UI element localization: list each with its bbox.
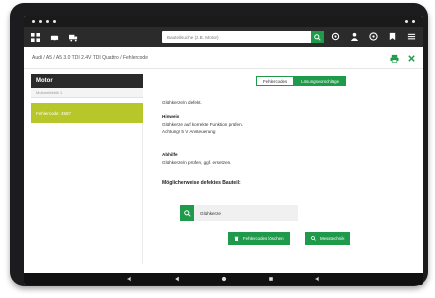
tablet-frame: Audi / A5 / A5 3.0 TDI 2.4V TDI Quattro … bbox=[10, 3, 428, 286]
tab-loesungsvorschlaege[interactable]: Lösungsvorschläge bbox=[294, 76, 347, 86]
close-icon[interactable] bbox=[406, 53, 417, 64]
tab-bar: Fehlercodes Lösungsvorschläge bbox=[256, 76, 347, 86]
trash-icon bbox=[234, 236, 239, 241]
search-box bbox=[162, 31, 324, 43]
search-icon bbox=[311, 236, 316, 241]
truck-icon[interactable] bbox=[68, 32, 79, 43]
breadcrumb[interactable]: Audi / A5 / A5 3.0 TDI 2.4V TDI Quattro … bbox=[32, 55, 148, 61]
print-icon[interactable] bbox=[389, 53, 400, 64]
part-search-row[interactable]: Glühkerze bbox=[180, 205, 298, 221]
home-icon[interactable] bbox=[218, 274, 229, 285]
wifi-icon bbox=[405, 20, 408, 23]
status-bar bbox=[24, 16, 423, 27]
search-icon bbox=[183, 209, 191, 217]
remedy-heading: Abhilfe bbox=[162, 152, 178, 157]
recents-icon[interactable] bbox=[265, 274, 276, 285]
search-input[interactable] bbox=[162, 31, 310, 43]
back-icon[interactable] bbox=[171, 274, 182, 285]
delete-fault-codes-button[interactable]: Fehlercodes löschen bbox=[228, 232, 290, 245]
remedy-text: Glühkerze/n prüfen, ggf. ersetzen. bbox=[162, 160, 232, 165]
search-button[interactable] bbox=[311, 31, 324, 43]
status-icon bbox=[53, 20, 56, 23]
menu-icon[interactable] bbox=[406, 31, 417, 42]
top-app-bar bbox=[24, 27, 423, 47]
screen: Audi / A5 / A5 3.0 TDI 2.4V TDI Quattro … bbox=[24, 16, 423, 285]
hint-warning: Achtung! 5 V Ansteuerung bbox=[162, 129, 216, 134]
status-icon bbox=[39, 20, 42, 23]
status-icon bbox=[32, 20, 35, 23]
hint-heading: Hinweis bbox=[162, 114, 180, 119]
measurement-button[interactable]: Messtechnik bbox=[305, 232, 351, 245]
hint-text: Glühkerze auf korrekte Funktion prüfen. bbox=[162, 122, 243, 127]
car-icon[interactable] bbox=[49, 32, 60, 43]
left-panel: Motor Motorelektrik 1 Fehlercode: 4587 bbox=[31, 74, 143, 264]
panel-body bbox=[31, 123, 143, 264]
tab-fehlercodes[interactable]: Fehlercodes bbox=[256, 76, 295, 86]
fault-code-item[interactable]: Fehlercode: 4587 bbox=[31, 103, 143, 123]
user-icon[interactable] bbox=[349, 31, 360, 42]
defective-part-heading: Möglicherweise defektes Bauteil: bbox=[162, 180, 241, 186]
battery-icon bbox=[412, 20, 415, 23]
panel-subheader: Motorelektrik 1 bbox=[31, 88, 143, 98]
status-icon bbox=[46, 20, 49, 23]
search-icon bbox=[314, 33, 321, 41]
settings-icon[interactable] bbox=[330, 31, 341, 42]
fault-description: Glühkerze/n defekt. bbox=[162, 100, 202, 105]
bookmark-icon[interactable] bbox=[387, 31, 398, 42]
navigation-bar bbox=[24, 273, 423, 285]
volume-up-icon[interactable] bbox=[312, 274, 323, 285]
part-search-button[interactable] bbox=[180, 205, 194, 221]
volume-icon[interactable] bbox=[124, 274, 135, 285]
content-panel: Fehlercodes Lösungsvorschläge Glühkerze/… bbox=[158, 74, 420, 284]
delete-fault-codes-label: Fehlercodes löschen bbox=[243, 236, 284, 241]
breadcrumb-bar: Audi / A5 / A5 3.0 TDI 2.4V TDI Quattro … bbox=[24, 47, 423, 69]
part-name: Glühkerze bbox=[200, 210, 221, 216]
grid-menu-icon[interactable] bbox=[30, 32, 41, 43]
measurement-label: Messtechnik bbox=[320, 236, 345, 241]
help-icon[interactable] bbox=[368, 31, 379, 42]
panel-header: Motor bbox=[31, 74, 143, 88]
